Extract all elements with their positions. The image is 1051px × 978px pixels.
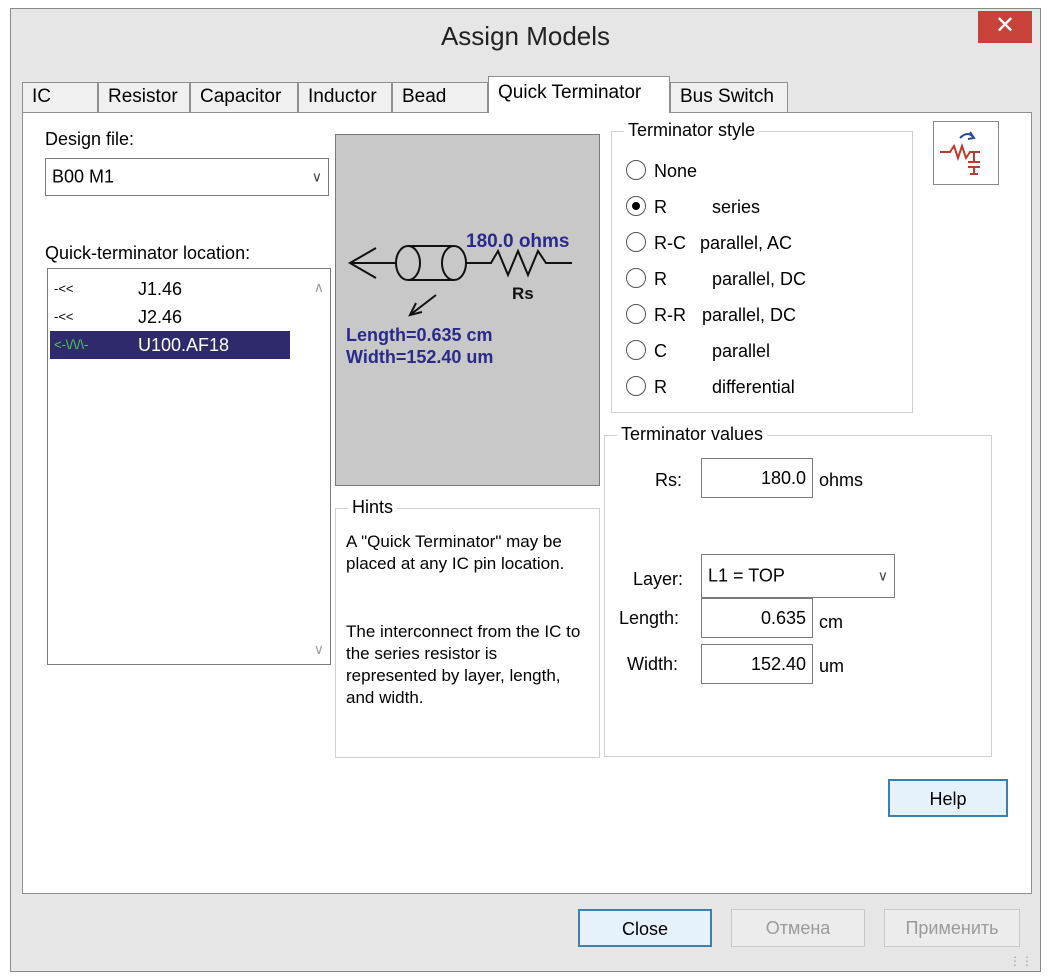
width-input[interactable]: 152.40 [701,644,813,684]
length-unit: cm [819,612,843,632]
preview-width: Width=152.40 um [346,347,493,367]
tab-capacitor[interactable]: Capacitor [190,82,298,112]
tab-bus-switch[interactable]: Bus Switch [670,82,788,112]
terminator-style-title: Terminator style [624,120,760,141]
hints-paragraph-1: A "Quick Terminator" may be placed at an… [346,532,565,573]
terminator-type-icon [933,121,999,185]
hints-paragraph-2: The interconnect from the IC to the seri… [346,622,581,707]
resize-grip-icon[interactable]: ⋮⋮ [1009,954,1033,968]
list-item[interactable]: -<< J1.46 [50,275,290,303]
title-bar[interactable]: Assign Models ✕ [11,9,1040,65]
tab-panel: Design file: B00 M1 ∨ Quick-terminator l… [22,112,1032,894]
design-file-value: B00 M1 [52,166,115,187]
terminator-values-group: Terminator values Rs: 180.0 ohms Layer: … [604,424,992,757]
length-label: Length: [619,608,680,628]
help-button[interactable]: Help [888,779,1008,817]
scroll-down-icon[interactable]: ∨ [314,641,324,658]
tab-quick-terminator[interactable]: Quick Terminator [488,76,670,113]
list-item-selected[interactable]: <-\/\/\- U100.AF18 [50,331,290,359]
radio-button[interactable] [626,340,646,360]
location-label: Quick-terminator location: [45,243,251,263]
tab-inductor[interactable]: Inductor [298,82,392,112]
close-button[interactable]: Close [578,909,712,947]
resistor-pin-icon: <-\/\/\- [54,337,89,352]
width-label: Width: [627,654,679,674]
chevron-down-icon: ∨ [877,567,888,584]
close-window-button[interactable]: ✕ [978,11,1032,43]
location-list[interactable]: -<< J1.46 -<< J2.46 <-\/\/\- U100.AF18 ∧… [47,268,331,665]
design-file-label: Design file: [45,129,135,149]
apply-button: Применить [884,909,1020,947]
scroll-up-icon[interactable]: ∧ [314,279,324,296]
radio-button[interactable] [626,160,646,180]
radio-button[interactable] [626,268,646,288]
connector-icon: -<< [54,309,74,324]
window-title: Assign Models [440,21,611,51]
radio-button-selected[interactable] [626,196,646,216]
rs-label: Rs: [655,470,682,490]
cancel-button: Отмена [731,909,865,947]
length-input[interactable]: 0.635 [701,598,813,638]
preview-ohms: 180.0 ohms [466,231,570,252]
connector-icon: -<< [54,281,74,296]
tab-bead[interactable]: Bead [392,82,488,112]
layer-label: Layer: [633,569,684,589]
radio-button[interactable] [626,304,646,324]
list-item[interactable]: -<< J2.46 [50,303,290,331]
design-file-select[interactable]: B00 M1 ∨ [45,158,329,196]
rs-input[interactable]: 180.0 [701,458,813,498]
terminator-schematic: 180.0 ohms Rs Length=0.635 cm Width=152.… [346,231,572,367]
radio-button[interactable] [626,376,646,396]
tab-ic[interactable]: IC [22,82,98,112]
terminator-style-group: Terminator style None Rseries R-C paralle… [611,120,913,413]
layer-select[interactable]: L1 = TOP ∨ [701,554,895,598]
radio-button[interactable] [626,232,646,252]
tab-resistor[interactable]: Resistor [98,82,190,112]
preview-rs: Rs [512,284,534,303]
hints-title: Hints [348,497,398,518]
terminator-preview: 180.0 ohms Rs Length=0.635 cm Width=152.… [335,134,600,486]
rs-unit: ohms [819,470,864,490]
preview-length: Length=0.635 cm [346,325,493,345]
width-unit: um [819,656,845,676]
chevron-down-icon: ∨ [311,168,322,185]
layer-value: L1 = TOP [708,565,785,586]
hints-group: Hints A "Quick Terminator" may be placed… [335,497,600,758]
terminator-values-title: Terminator values [617,424,768,445]
